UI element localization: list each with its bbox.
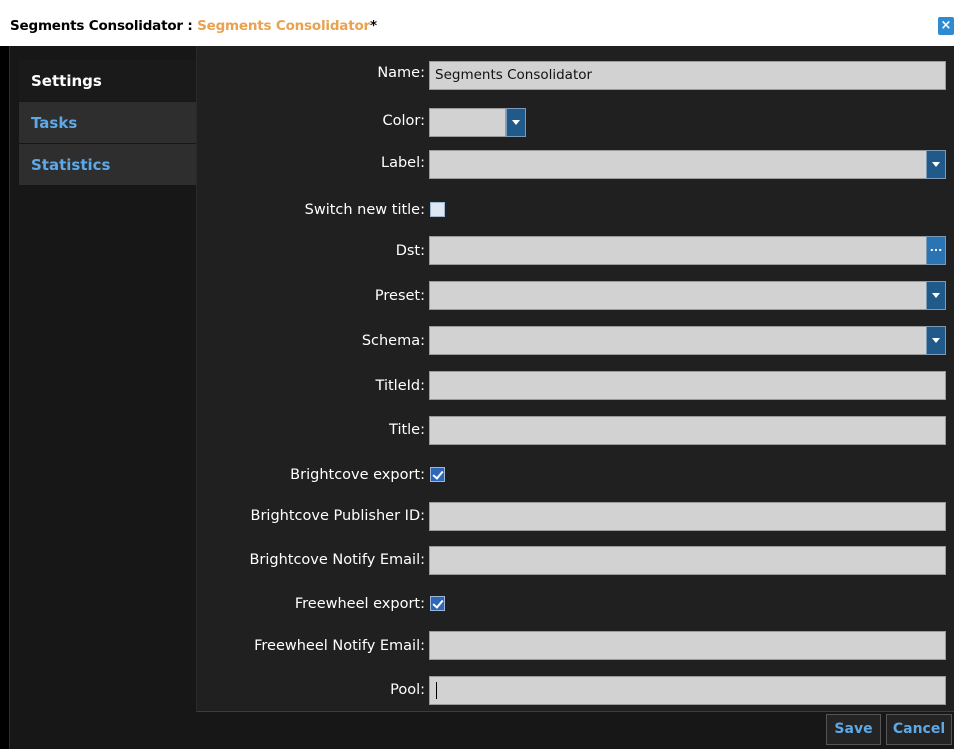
brightcove-export-label: Brightcove export:	[290, 467, 425, 483]
freewheel-export-checkbox[interactable]	[430, 596, 445, 611]
dst-field[interactable]	[429, 236, 927, 265]
close-icon[interactable]: ×	[938, 17, 954, 35]
color-label: Color:	[382, 113, 426, 129]
brightcove-notify-email-label: Brightcove Notify Email:	[249, 552, 425, 568]
color-select[interactable]	[429, 108, 506, 137]
title-label: Title:	[389, 422, 425, 438]
titleid-field[interactable]	[429, 371, 946, 400]
titleid-label: TitleId:	[375, 378, 425, 394]
text-cursor	[436, 682, 437, 699]
brightcove-publisher-id-label: Brightcove Publisher ID:	[250, 508, 425, 524]
pool-label: Pool:	[390, 682, 425, 698]
title-bar: Segments Consolidator : Segments Consoli…	[0, 0, 954, 46]
schema-dropdown-chevron-icon[interactable]	[926, 326, 946, 355]
label-select[interactable]	[429, 150, 927, 179]
brightcove-notify-email-field[interactable]	[429, 546, 946, 575]
save-button[interactable]: Save	[826, 714, 881, 745]
brightcove-export-checkbox[interactable]	[430, 467, 445, 482]
label-label: Label:	[380, 155, 425, 171]
label-dropdown-chevron-icon[interactable]	[926, 150, 946, 179]
color-dropdown-chevron-icon[interactable]	[506, 108, 526, 137]
dst-browse-button[interactable]: ...	[926, 236, 946, 265]
sidebar-item-statistics[interactable]: Statistics	[19, 144, 196, 185]
sidebar-item-tasks[interactable]: Tasks	[19, 102, 196, 143]
cancel-button[interactable]: Cancel	[886, 714, 952, 745]
schema-label: Schema:	[361, 333, 425, 349]
freewheel-export-label: Freewheel export:	[294, 596, 425, 612]
preset-label: Preset:	[374, 288, 425, 304]
title-object-name: Segments Consolidator	[197, 18, 370, 34]
sidebar-item-settings[interactable]: Settings	[19, 60, 196, 101]
switch-new-title-label: Switch new title:	[304, 202, 425, 218]
dst-label: Dst:	[395, 243, 425, 259]
title-prefix: Segments Consolidator :	[10, 18, 198, 34]
sidebar: Settings Tasks Statistics	[19, 60, 196, 186]
title-field[interactable]	[429, 416, 946, 445]
freewheel-notify-email-field[interactable]	[429, 631, 946, 660]
segments-consolidator-dialog: Segments Consolidator : Segments Consoli…	[0, 0, 954, 749]
brightcove-publisher-id-field[interactable]	[429, 502, 946, 531]
preset-dropdown-chevron-icon[interactable]	[926, 281, 946, 310]
window-title: Segments Consolidator : Segments Consoli…	[10, 18, 377, 34]
pool-field[interactable]	[429, 676, 946, 705]
unsaved-marker: *	[369, 18, 377, 34]
name-field[interactable]: Segments Consolidator	[429, 61, 946, 90]
preset-select[interactable]	[429, 281, 927, 310]
switch-new-title-checkbox[interactable]	[430, 202, 445, 217]
schema-select[interactable]	[429, 326, 927, 355]
freewheel-notify-email-label: Freewheel Notify Email:	[254, 638, 425, 654]
name-label: Name:	[377, 65, 425, 81]
